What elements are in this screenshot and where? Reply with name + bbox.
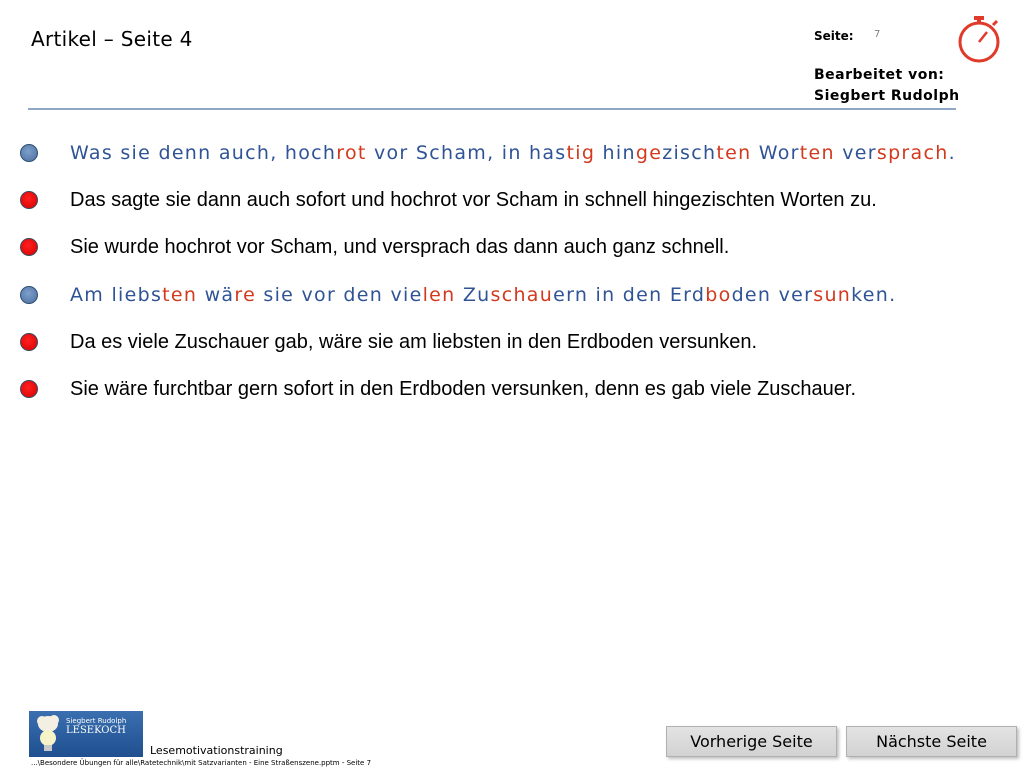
sentence-segment: zisch — [662, 142, 717, 164]
sentence-segment: tig — [566, 142, 596, 164]
bullet-icon[interactable] — [20, 380, 38, 398]
sentence-segment: ge — [635, 142, 663, 164]
sentence-segment: Am liebs — [70, 284, 163, 306]
sentence-segment: bo — [705, 284, 732, 306]
sentence-text: Sie wurde hochrot vor Scham, und verspra… — [70, 234, 729, 260]
slide-title: Artikel – Seite 4 — [31, 27, 193, 51]
bullet-icon[interactable] — [20, 238, 38, 256]
sentence-text: Da es viele Zuschauer gab, wäre sie am l… — [70, 329, 757, 355]
bullet-icon[interactable] — [20, 286, 38, 304]
sentence-text: Was sie denn auch, hochrot vor Scham, in… — [70, 140, 956, 166]
sentence-segment: Was sie denn auch, hoch — [70, 142, 337, 164]
sentence-segment: ten — [716, 142, 752, 164]
sentence-segment: sie vor den vie — [256, 284, 423, 306]
sentence-text: Sie wäre furchtbar gern sofort in den Er… — [70, 376, 856, 402]
sentence-segment: ver — [834, 142, 877, 164]
sentence-segment: len — [422, 284, 456, 306]
sentence-text: Das sagte sie dann auch sofort und hochr… — [70, 187, 877, 213]
sentence-segment: . — [948, 142, 956, 164]
sentence-segment: ern in den Erd — [553, 284, 706, 306]
editor-name: Siegbert Rudolph — [814, 88, 960, 104]
sentence-segment: sprach — [876, 142, 949, 164]
sentence-segment: sun — [813, 284, 852, 306]
stopwatch-icon[interactable] — [956, 14, 1002, 64]
page-label: Seite: — [814, 29, 854, 43]
sentence-segment: re — [234, 284, 257, 306]
sentence-text: Am liebsten wäre sie vor den vielen Zusc… — [70, 282, 896, 308]
editor-label: Bearbeitet von: — [814, 67, 945, 83]
next-page-button[interactable]: Nächste Seite — [846, 726, 1017, 757]
sentence-segment: ten — [799, 142, 835, 164]
sentence-segment: ken. — [851, 284, 897, 306]
sentence-segment: Zu — [455, 284, 491, 306]
sentence-segment: ten — [162, 284, 198, 306]
sentence-segment: schau — [490, 284, 554, 306]
sentence-segment: Wor — [751, 142, 800, 164]
sentence-segment: Das sagte sie dann auch sofort und hochr… — [70, 189, 877, 211]
sentence-segment: rot — [336, 142, 367, 164]
logo-wordmark: LESEKOCH — [66, 725, 126, 736]
sentence-segment: Sie wurde hochrot vor Scham, und verspra… — [70, 236, 730, 258]
previous-page-button[interactable]: Vorherige Seite — [666, 726, 837, 757]
sentence-segment: Sie wäre furchtbar gern sofort in den Er… — [70, 378, 857, 400]
logo-author: Siegbert Rudolph — [66, 717, 127, 725]
lesekoch-logo: Siegbert Rudolph LESEKOCH — [29, 711, 143, 757]
footer-file-path: ...\Besondere Übungen für alle\Ratetechn… — [31, 759, 372, 767]
page-number: 7 — [874, 29, 881, 40]
header-divider — [28, 108, 956, 110]
sentence-segment: den ver — [731, 284, 814, 306]
bullet-icon[interactable] — [20, 144, 38, 162]
bullet-icon[interactable] — [20, 333, 38, 351]
sentence-segment: wä — [197, 284, 235, 306]
sentence-segment: Da es viele Zuschauer gab, wäre sie am l… — [70, 331, 758, 353]
sentence-segment: hin — [595, 142, 636, 164]
sentence-segment: vor Scham, in has — [366, 142, 567, 164]
lightbulb-icon — [37, 715, 59, 751]
footer-brand: Lesemotivationstraining — [150, 744, 283, 757]
bullet-icon[interactable] — [20, 191, 38, 209]
